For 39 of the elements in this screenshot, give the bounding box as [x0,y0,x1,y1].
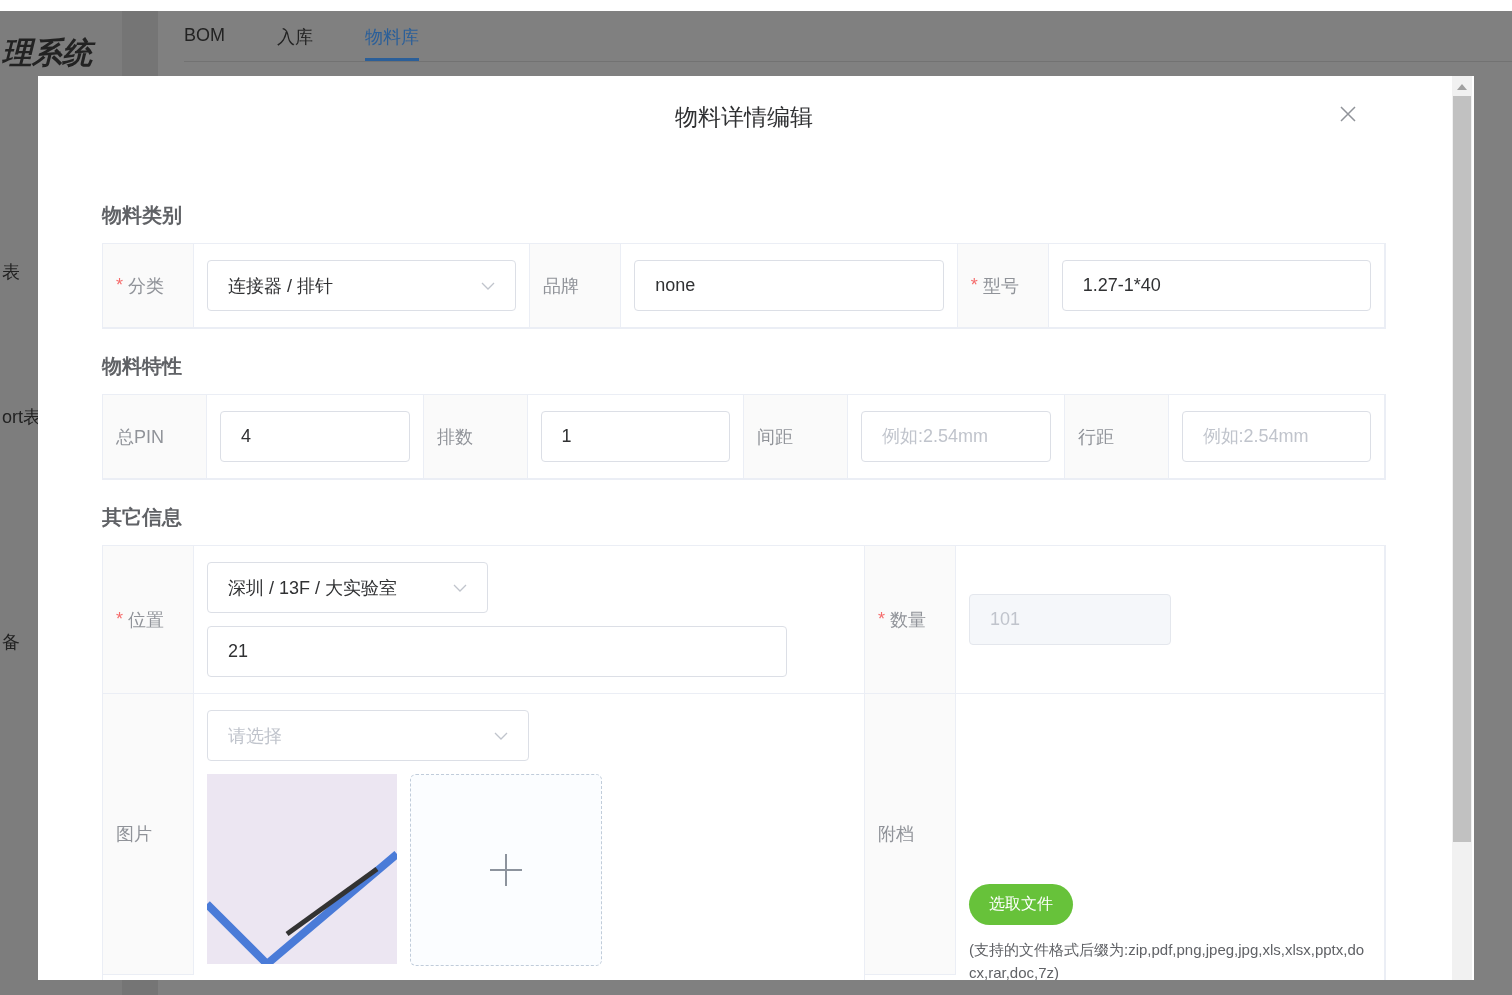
caret-icon [453,583,467,592]
input-field[interactable]: 21 [207,626,787,677]
tab[interactable]: 入库 [277,11,313,61]
app-title: 理系统 [2,33,122,74]
label-text: 分类 [128,274,164,298]
label-text: 数量 [890,608,926,632]
input-field[interactable]: 例如:2.54mm [1181,411,1371,462]
dialog-title: 物料详情编辑 [675,102,813,132]
input-field[interactable]: 例如:2.54mm [861,411,1051,462]
tab[interactable]: BOM [184,11,225,61]
caret-icon [494,731,508,740]
input-field[interactable]: 4 [220,411,410,462]
label-text: 间距 [757,425,793,449]
label-text: 品牌 [543,274,580,298]
label-text: 总PIN [116,425,164,449]
section-title: 物料特性 [102,354,183,379]
required-mark: * [116,275,123,296]
required-mark: * [878,609,885,630]
field-label: 图片 [103,694,194,975]
label-text: 型号 [982,274,1019,298]
label-text: 排数 [436,425,473,449]
required-mark: * [970,275,978,296]
scrollbar-thumb[interactable] [1453,96,1471,842]
input-field[interactable]: 1 [540,411,730,462]
plus-icon [490,854,522,886]
label-text: 位置 [128,608,164,632]
select-field[interactable]: 深圳 / 13F / 大实验室 [207,562,488,613]
field-label: 附档 [865,694,956,975]
select-file-button[interactable]: 选取文件 [969,884,1073,925]
caret-icon [481,281,496,290]
label-text: 行距 [1077,425,1114,449]
input-field[interactable]: none [634,260,944,311]
input-field[interactable]: 1.27-1*40 [1061,260,1371,311]
section-title: 其它信息 [102,505,183,530]
select-field[interactable]: 连接器 / 排针 [207,260,517,311]
section-title: 物料类别 [102,203,183,228]
close-icon[interactable] [1340,106,1356,122]
scroll-up-icon[interactable] [1457,84,1467,90]
required-mark: * [116,609,123,630]
